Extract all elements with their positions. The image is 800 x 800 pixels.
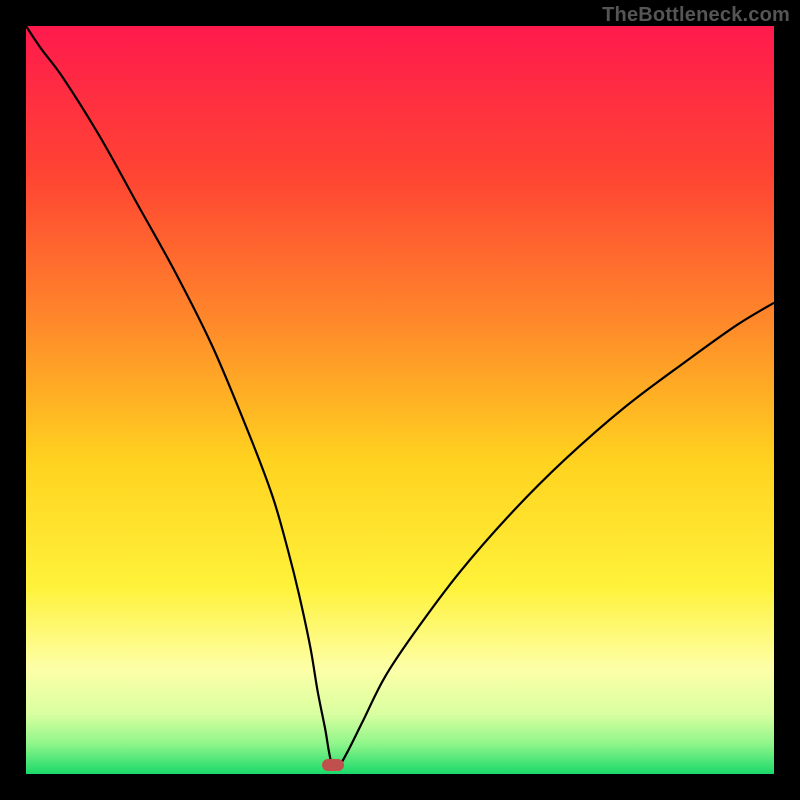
plot-area [26,26,774,774]
gradient-background [26,26,774,774]
chart-frame: TheBottleneck.com [0,0,800,800]
optimal-point-marker [322,759,344,771]
plot-svg [26,26,774,774]
watermark-text: TheBottleneck.com [602,4,790,27]
